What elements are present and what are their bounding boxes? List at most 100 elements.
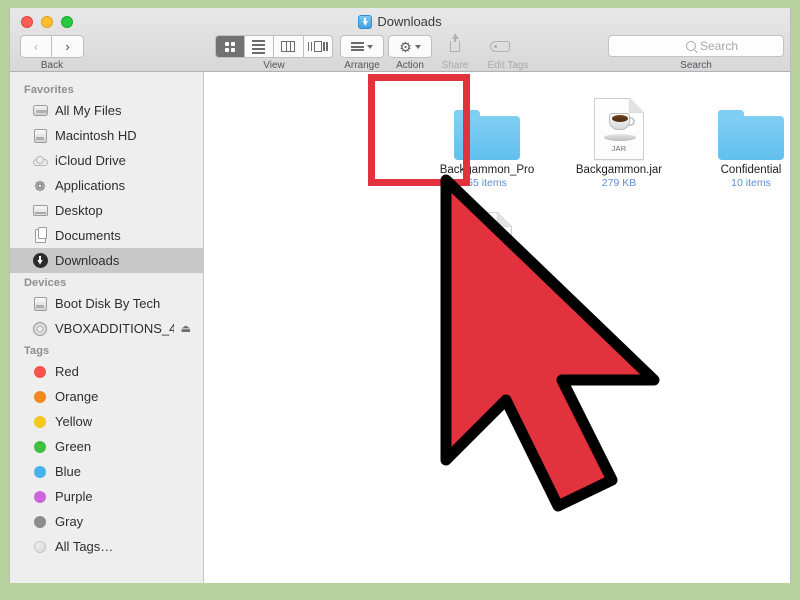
gear-icon: ⚙ [399, 38, 412, 55]
tag-dot-icon [32, 389, 48, 405]
sidebar-item-label: Yellow [55, 414, 93, 429]
sidebar[interactable]: Favorites All My Files Macintosh HD iClo… [10, 72, 204, 583]
sidebar-item-all-tags[interactable]: All Tags… [10, 534, 203, 559]
file-item-confidential[interactable]: Confidential 10 items [689, 86, 790, 190]
sidebar-section-devices: Devices [24, 277, 67, 289]
documents-icon [32, 226, 48, 244]
tag-dot-icon [32, 489, 48, 505]
file-item-backgammon-pro[interactable]: Backgammon_Pro 55 items [425, 86, 549, 190]
search-icon [685, 41, 696, 51]
sidebar-item-all-my-files[interactable]: All My Files [10, 98, 203, 123]
share-button[interactable] [436, 34, 474, 58]
share-label: Share [441, 60, 469, 71]
tag-dot-icon [32, 439, 48, 455]
sidebar-item-icloud-drive[interactable]: iCloud Drive [10, 148, 203, 173]
action-button-wrap: ⚙ [388, 35, 432, 58]
desktop-icon [32, 203, 48, 219]
folder-icon [689, 86, 790, 160]
column-view-button[interactable] [274, 35, 304, 58]
arrange-button-wrap [340, 35, 384, 58]
arrange-button[interactable] [340, 35, 384, 58]
sidebar-item-label: Applications [55, 178, 126, 193]
sidebar-item-tag-yellow[interactable]: Yellow [10, 409, 203, 434]
icloud-icon [32, 153, 48, 169]
sidebar-item-tag-red[interactable]: Red [10, 359, 203, 384]
finder-window: Downloads ‹ › Back View Arrange ⚙ Action… [9, 8, 791, 583]
disk-image-icon [425, 200, 549, 274]
action-label: Action [396, 60, 424, 71]
sidebar-section-tags: Tags [24, 345, 50, 357]
icon-view-button[interactable] [215, 35, 245, 58]
file-meta: 279 KB [601, 177, 637, 189]
back-button-label: Back [40, 60, 64, 71]
coverflow-icon [307, 41, 328, 52]
chevron-down-icon [367, 44, 373, 49]
sidebar-item-label: Downloads [55, 253, 120, 268]
sidebar-item-tag-gray[interactable]: Gray [10, 509, 203, 534]
share-button-wrap [436, 34, 474, 58]
search-input[interactable]: Search [608, 35, 784, 57]
navigation-buttons: ‹ › [20, 35, 84, 58]
sidebar-item-tag-green[interactable]: Green [10, 434, 203, 459]
sidebar-item-desktop[interactable]: Desktop [10, 198, 203, 223]
view-mode-buttons [215, 35, 334, 58]
sidebar-section-favorites: Favorites [24, 84, 74, 96]
file-item-backgammon-jar[interactable]: JAR Backgammon.jar 279 KB [557, 86, 681, 190]
arrange-icon [351, 42, 364, 51]
file-name: Confidential [720, 164, 782, 176]
page-title: Downloads [377, 14, 442, 29]
sidebar-item-tag-orange[interactable]: Orange [10, 384, 203, 409]
optical-disc-icon [32, 321, 48, 337]
sidebar-item-label: Boot Disk By Tech [55, 296, 161, 311]
list-view-button[interactable] [244, 35, 275, 58]
edit-tags-button[interactable] [478, 35, 522, 58]
back-button[interactable]: ‹ [20, 35, 52, 58]
grid-icon [224, 41, 235, 52]
sidebar-item-vboxadditions[interactable]: VBOXADDITIONS_4. ⏏ [10, 316, 203, 341]
sidebar-item-label: Orange [55, 389, 99, 404]
sidebar-item-label: Red [55, 364, 79, 379]
tag-dot-icon [32, 464, 48, 480]
search-label: Search [680, 60, 712, 71]
sidebar-item-tag-purple[interactable]: Purple [10, 484, 203, 509]
tag-dot-icon [32, 514, 48, 530]
sidebar-item-label: Green [55, 439, 92, 454]
file-name: Backgammon.jar [575, 164, 663, 176]
sidebar-item-downloads[interactable]: Downloads [10, 248, 203, 273]
eject-icon[interactable]: ⏏ [181, 322, 191, 335]
file-grid: Backgammon_Pro 55 items JAR Backgammon.j… [205, 72, 790, 583]
all-my-files-icon [32, 103, 48, 119]
sidebar-item-label: All My Files [55, 103, 122, 118]
jar-badge-label: JAR [611, 144, 627, 153]
share-icon [450, 34, 460, 52]
coverflow-view-button[interactable] [303, 35, 334, 58]
sidebar-item-documents[interactable]: Documents [10, 223, 203, 248]
columns-icon [281, 41, 296, 52]
action-button[interactable]: ⚙ [388, 35, 432, 58]
hard-disk-icon [32, 296, 48, 312]
window-toolbar: Downloads ‹ › Back View Arrange ⚙ Action… [10, 8, 790, 72]
chevron-down-icon [414, 44, 421, 49]
sidebar-item-label: Blue [55, 464, 82, 479]
arrange-label: Arrange [344, 60, 380, 71]
list-icon [252, 39, 266, 54]
sidebar-item-applications[interactable]: ❁ Applications [10, 173, 203, 198]
sidebar-item-label: Desktop [55, 203, 103, 218]
tag-dot-icon [32, 364, 48, 380]
sidebar-item-macintosh-hd[interactable]: Macintosh HD [10, 123, 203, 148]
sidebar-item-boot-disk-by-tech[interactable]: Boot Disk By Tech [10, 291, 203, 316]
file-grid-area[interactable]: Backgammon_Pro 55 items JAR Backgammon.j… [205, 72, 790, 583]
file-item-jre-dmg[interactable]: jre-8u40-macosx- x64.dmg 61.3 MB [425, 200, 549, 317]
edit-tags-button-wrap [478, 35, 522, 58]
all-tags-dot-icon [32, 539, 48, 555]
green-border-frame: Downloads ‹ › Back View Arrange ⚙ Action… [0, 0, 800, 600]
file-meta: 61.3 MB [467, 304, 507, 316]
file-name: jre-8u40-macosx- x64.dmg [442, 278, 532, 303]
forward-button[interactable]: › [52, 35, 84, 58]
sidebar-item-label: Documents [55, 228, 121, 243]
tag-dot-icon [32, 414, 48, 430]
file-meta: 55 items [467, 177, 507, 189]
jar-file-icon: JAR [557, 86, 681, 160]
search-field-wrap: Search [608, 35, 784, 57]
sidebar-item-tag-blue[interactable]: Blue [10, 459, 203, 484]
